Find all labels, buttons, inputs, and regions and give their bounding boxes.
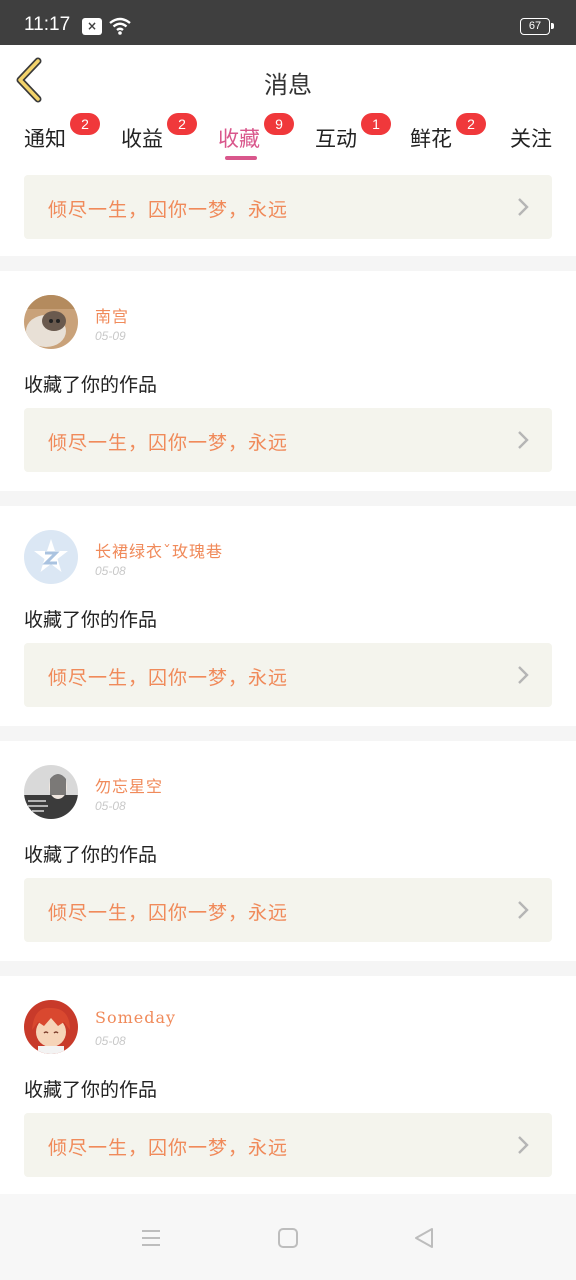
message-card: 勿忘星空 05-08 收藏了你的作品 倾尽一生，囚你一梦，永远 <box>0 741 576 961</box>
work-link[interactable]: 倾尽一生，囚你一梦，永远 <box>24 408 552 472</box>
tab-label: 互动 <box>315 127 357 151</box>
chevron-right-icon <box>518 1136 529 1154</box>
tab-label: 收益 <box>121 127 163 151</box>
avatar[interactable] <box>24 765 78 819</box>
wifi-icon <box>109 17 131 35</box>
work-title: 倾尽一生，囚你一梦，永远 <box>48 902 289 924</box>
work-title: 倾尽一生，囚你一梦，永远 <box>48 432 289 454</box>
section-divider <box>0 726 576 741</box>
avatar[interactable] <box>24 295 78 349</box>
work-title: 倾尽一生，囚你一梦，永远 <box>48 199 289 221</box>
chevron-right-icon <box>518 901 529 919</box>
user-name[interactable]: 南宫 <box>95 303 129 327</box>
user-name[interactable]: 长裙绿衣ˇ玫瑰巷 <box>95 538 223 562</box>
notification-badge: 9 <box>264 113 294 135</box>
message-date: 05-08 <box>95 799 126 813</box>
work-link[interactable]: 倾尽一生，囚你一梦，永远 <box>24 1113 552 1177</box>
tab-follows[interactable]: 关注 <box>510 123 552 153</box>
action-text: 收藏了你的作品 <box>24 374 158 396</box>
tab-flowers[interactable]: 鲜花 2 <box>410 113 486 153</box>
tab-label: 收藏 <box>218 127 260 151</box>
user-name[interactable]: Someday <box>95 1008 176 1027</box>
message-card: 南宫 05-09 收藏了你的作品 倾尽一生，囚你一梦，永远 <box>0 271 576 491</box>
tab-bar: 通知 2 收益 2 收藏 9 互动 1 鲜花 2 关注 <box>0 113 576 170</box>
message-card: Someday 05-08 收藏了你的作品 倾尽一生，囚你一梦，永远 <box>0 976 576 1194</box>
chevron-right-icon <box>518 431 529 449</box>
chevron-right-icon <box>518 666 529 684</box>
home-icon[interactable] <box>276 1226 300 1250</box>
avatar[interactable] <box>24 530 78 584</box>
tab-label: 关注 <box>510 127 552 151</box>
work-link[interactable]: 倾尽一生，囚你一梦，永远 <box>24 175 552 239</box>
status-bar: 11:17 × 67 <box>0 0 576 45</box>
active-tab-indicator <box>225 156 257 160</box>
notification-badge: 2 <box>70 113 100 135</box>
avatar[interactable] <box>24 1000 78 1054</box>
notification-badge: 2 <box>167 113 197 135</box>
action-text: 收藏了你的作品 <box>24 609 158 631</box>
message-date: 05-08 <box>95 564 126 578</box>
page-title: 消息 <box>264 71 312 99</box>
tab-interactions[interactable]: 互动 1 <box>315 113 391 153</box>
work-link[interactable]: 倾尽一生，囚你一梦，永远 <box>24 643 552 707</box>
message-date: 05-08 <box>95 1034 126 1048</box>
work-title: 倾尽一生，囚你一梦，永远 <box>48 667 289 689</box>
notification-badge: 2 <box>456 113 486 135</box>
work-link[interactable]: 倾尽一生，囚你一梦，永远 <box>24 878 552 942</box>
tab-earnings[interactable]: 收益 2 <box>121 113 197 153</box>
tab-label: 通知 <box>24 127 66 151</box>
message-card: 长裙绿衣ˇ玫瑰巷 05-08 收藏了你的作品 倾尽一生，囚你一梦，永远 <box>0 506 576 726</box>
menu-icon[interactable] <box>139 1226 163 1250</box>
action-text: 收藏了你的作品 <box>24 1079 158 1101</box>
section-divider <box>0 491 576 506</box>
back-triangle-icon[interactable] <box>412 1226 436 1250</box>
status-time: 11:17 <box>24 14 71 35</box>
battery-icon: 67 <box>520 18 554 35</box>
chevron-right-icon <box>518 198 529 216</box>
work-title: 倾尽一生，囚你一梦，永远 <box>48 1137 289 1159</box>
system-nav-bar <box>0 1194 576 1280</box>
user-name[interactable]: 勿忘星空 <box>95 773 163 797</box>
section-divider <box>0 256 576 271</box>
tab-favorites[interactable]: 收藏 9 <box>218 113 294 153</box>
notification-badge: 1 <box>361 113 391 135</box>
message-date: 05-09 <box>95 329 126 343</box>
header: 消息 <box>0 45 576 115</box>
action-text: 收藏了你的作品 <box>24 844 158 866</box>
tab-label: 鲜花 <box>410 127 452 151</box>
tab-notifications[interactable]: 通知 2 <box>24 113 100 153</box>
close-notification-icon: × <box>82 18 102 35</box>
section-divider <box>0 961 576 976</box>
